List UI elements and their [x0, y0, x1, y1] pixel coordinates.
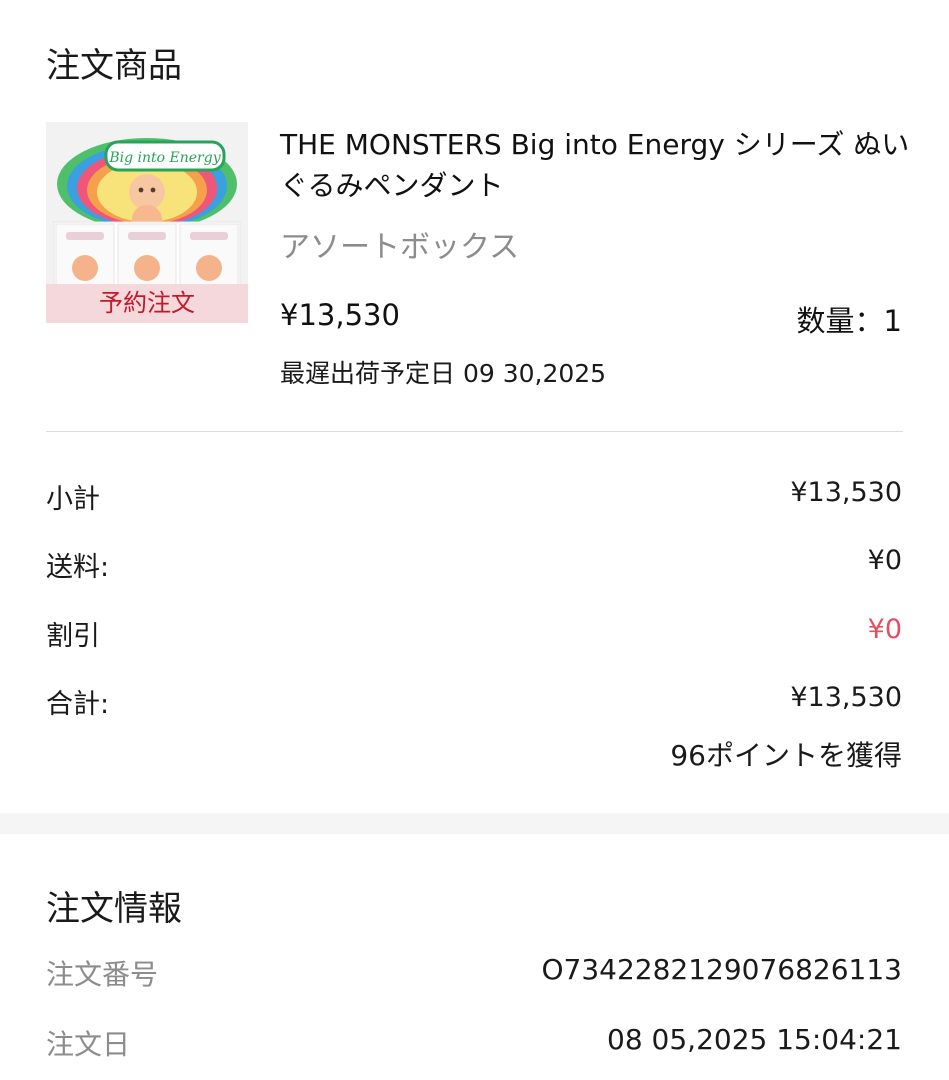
box-1-label	[66, 232, 104, 240]
subtotal-value: ¥13,530	[790, 477, 902, 508]
shipping-value: ¥0	[867, 545, 902, 576]
figure-eye-right	[150, 187, 156, 193]
order-number-value[interactable]: O734228212907682​6113	[541, 953, 902, 986]
product-image[interactable]: Big into Energy 予約注文	[46, 122, 248, 323]
section-separator	[0, 813, 949, 834]
subtotal-label: 小計	[46, 484, 100, 515]
box-3-label	[190, 232, 228, 240]
order-date-value: 08 05,2025 15:04:21	[607, 1023, 902, 1056]
product-name[interactable]: THE MONSTERS Big into Energy シリーズ ぬいぐるみペ…	[280, 124, 910, 206]
box-3-figure	[196, 255, 222, 281]
total-label: 合計:	[46, 689, 110, 720]
discount-label: 割引	[46, 621, 100, 652]
box-1-figure	[72, 255, 98, 281]
product-price: ¥13,530	[280, 298, 400, 332]
figure-eye-left	[138, 187, 144, 193]
logo-text: Big into Energy	[108, 150, 221, 166]
divider	[46, 431, 903, 432]
figure-head	[129, 174, 165, 210]
order-date-label: 注文日	[46, 1028, 131, 1061]
product-quantity: 数量：1	[796, 304, 902, 338]
order-items-title: 注文商品	[46, 46, 182, 86]
ship-date: 最遅出荷予定日 09 30,2025	[280, 359, 607, 388]
box-2-figure	[134, 255, 160, 281]
order-number-label: 注文番号	[46, 958, 159, 991]
preorder-badge: 予約注文	[46, 284, 248, 323]
discount-value: ¥0	[867, 614, 902, 645]
box-2-label	[128, 232, 166, 240]
shipping-label: 送料:	[46, 552, 110, 583]
points-earned: 96ポイントを獲得	[670, 739, 902, 772]
order-info-title: 注文情報	[46, 889, 182, 929]
product-variant: アソートボックス	[280, 230, 520, 265]
total-value: ¥13,530	[790, 682, 902, 713]
